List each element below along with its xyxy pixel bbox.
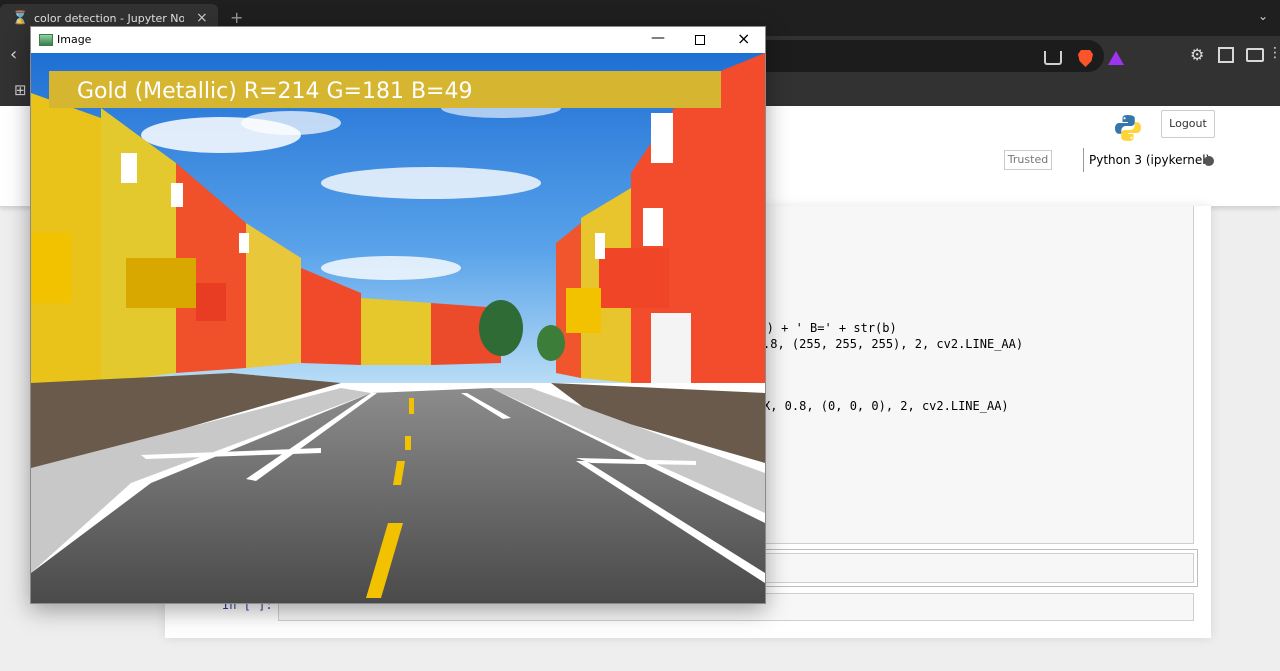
trusted-indicator[interactable]: Trusted — [1004, 150, 1052, 170]
extensions-icon[interactable]: ⚙ — [1190, 45, 1204, 64]
street-scene-image — [31, 53, 765, 603]
sidebar-icon[interactable] — [1218, 47, 1234, 63]
maximize-button[interactable] — [695, 35, 705, 45]
code-line: r(g) + ' B=' + str(b) — [745, 321, 897, 335]
share-icon[interactable] — [1044, 51, 1062, 65]
detected-color-label: Gold (Metallic) R=214 G=181 B=49 — [77, 79, 473, 104]
image-canvas[interactable]: Gold (Metallic) R=214 G=181 B=49 — [31, 53, 765, 603]
code-line: X, 0.8, (0, 0, 0), 2, cv2.LINE_AA) — [763, 399, 1009, 413]
menu-icon[interactable]: ⋮ — [1268, 46, 1280, 60]
image-window-titlebar[interactable]: Image — × — [31, 27, 765, 53]
opencv-window-icon — [39, 34, 53, 46]
minimize-button[interactable]: — — [651, 30, 665, 46]
image-window-title: Image — [57, 33, 92, 46]
close-button[interactable]: × — [737, 29, 750, 48]
brave-shields-icon[interactable] — [1078, 50, 1093, 67]
hourglass-icon: ⌛ — [12, 11, 29, 26]
image-window[interactable]: Image — × Gold (Metallic) R=214 G=181 B=… — [30, 26, 766, 604]
apps-grid-icon[interactable]: ⊞ — [14, 81, 27, 99]
tab-search-icon[interactable]: ⌄ — [1258, 9, 1268, 23]
new-tab-button[interactable]: + — [230, 8, 243, 27]
tab-title: color detection - Jupyter Notebook — [34, 12, 184, 25]
logout-button[interactable]: Logout — [1161, 110, 1215, 138]
kernel-name: Python 3 (ipykernel) — [1089, 153, 1211, 167]
kernel-status-dot — [1204, 156, 1214, 166]
wallet-icon[interactable] — [1246, 48, 1264, 62]
code-line: .8, (255, 255, 255), 2, cv2.LINE_AA) — [763, 337, 1024, 351]
tab-close-icon[interactable]: × — [196, 10, 208, 26]
back-button[interactable]: ‹ — [10, 46, 17, 64]
brave-rewards-icon[interactable] — [1108, 51, 1124, 65]
kernel-indicator: Python 3 (ipykernel) — [1083, 148, 1218, 172]
python-logo-icon — [1115, 115, 1141, 141]
